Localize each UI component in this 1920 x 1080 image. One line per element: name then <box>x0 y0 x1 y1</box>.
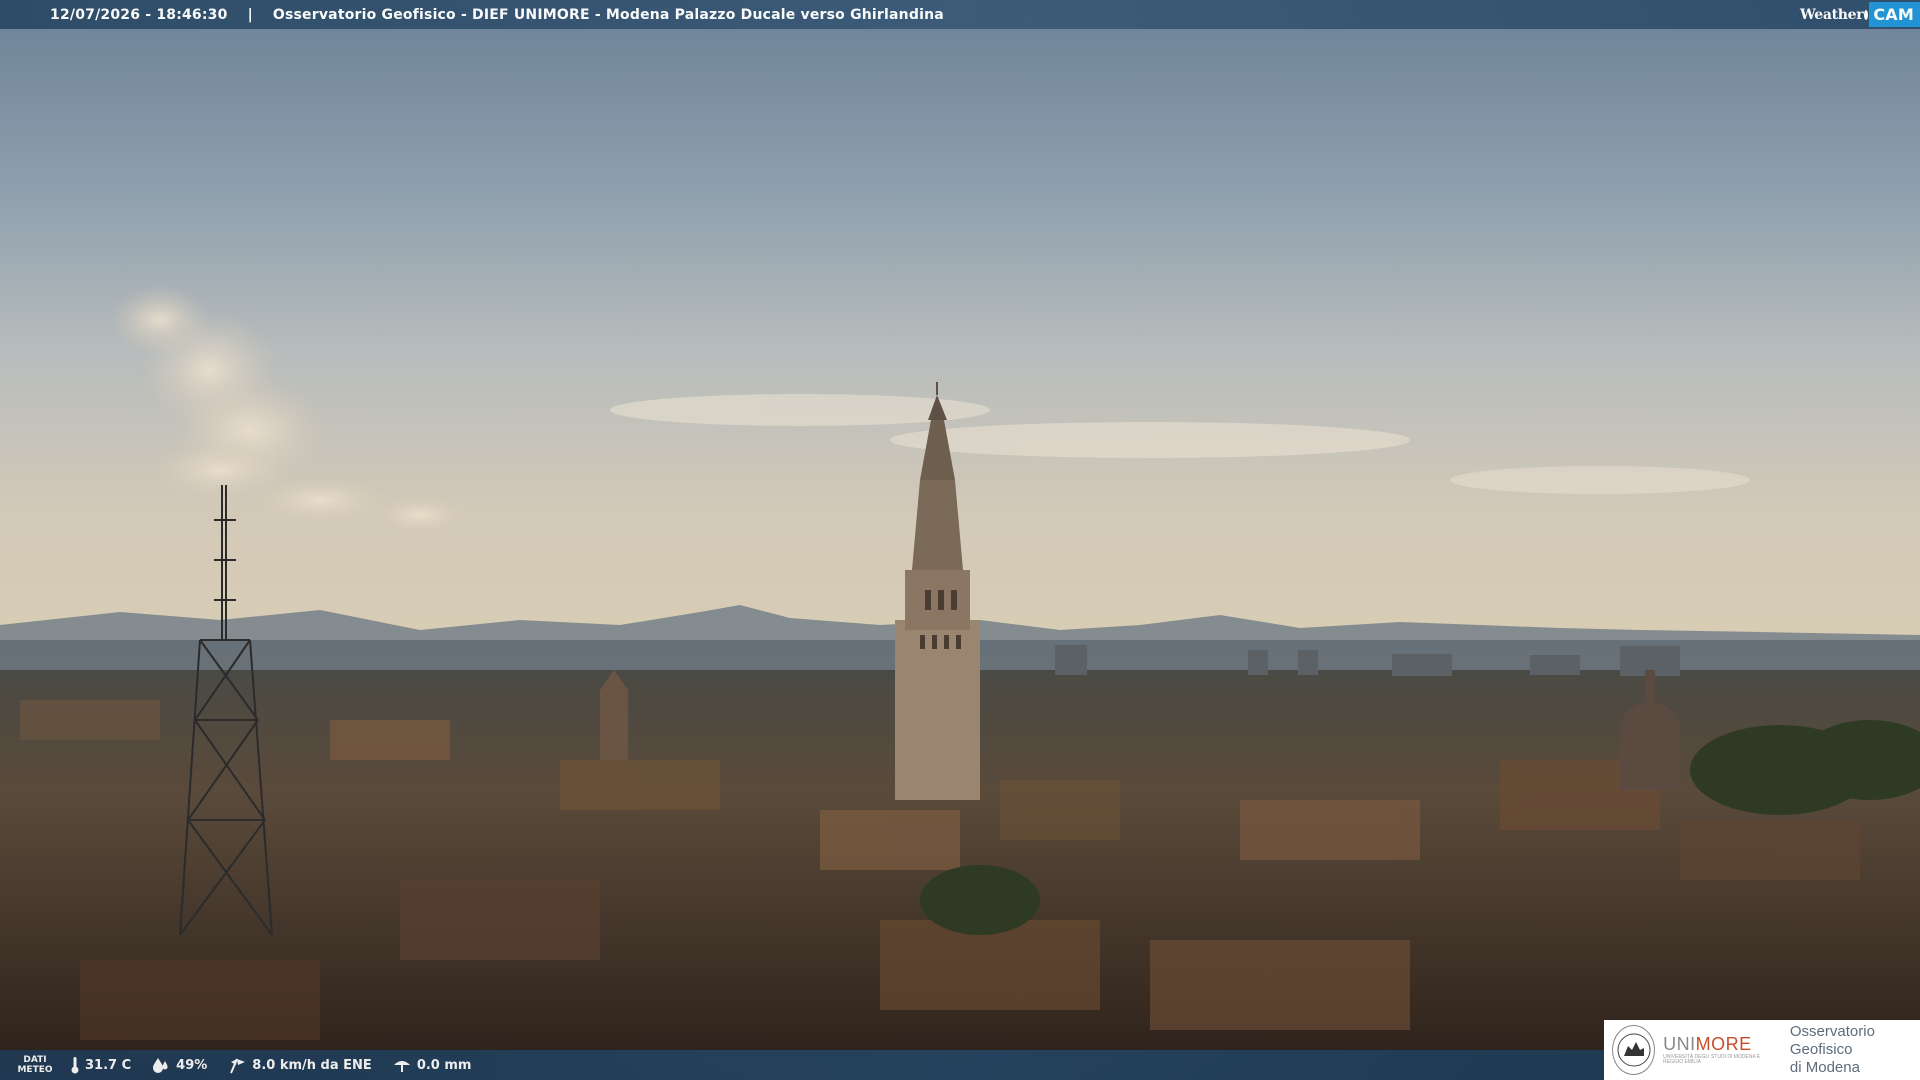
observatory-name: Osservatorio Geofisico di Modena <box>1789 1023 1875 1076</box>
wind-reading: 8.0 km/h da ENE <box>227 1056 372 1074</box>
weather-data-label: DATI METEO <box>17 1055 53 1075</box>
humidity-reading: 49% <box>151 1057 207 1073</box>
unimore-wordmark: UNIMORE UNIVERSITÀ DEGLI STUDI DI MODENA… <box>1663 1035 1780 1065</box>
rain-reading: 0.0 mm <box>392 1057 472 1073</box>
top-info-bar: 12/07/2026 - 18:46:30 | Osservatorio Geo… <box>0 0 1920 29</box>
separator: | <box>247 6 253 23</box>
timestamp: 12/07/2026 - 18:46:30 <box>50 6 228 23</box>
humidity-value: 49% <box>176 1057 208 1073</box>
rain-value: 0.0 mm <box>416 1057 472 1073</box>
weathercam-dot-icon <box>1864 9 1869 20</box>
brand-weather: Weather <box>1799 6 1864 23</box>
wind-icon <box>230 1058 246 1074</box>
university-seal-icon <box>1612 1025 1656 1075</box>
weather-data-bar: DATI METEO 31.7 C 49% 8.0 km/h da ENE 0.… <box>0 1050 1604 1080</box>
unimore-logo-panel: UNIMORE UNIVERSITÀ DEGLI STUDI DI MODENA… <box>1604 1020 1920 1080</box>
camera-title: Osservatorio Geofisico - DIEF UNIMORE - … <box>272 6 944 23</box>
rain-gauge-icon <box>393 1061 410 1072</box>
thermometer-icon <box>71 1057 79 1074</box>
temperature-reading: 31.7 C <box>70 1056 131 1074</box>
webcam-image <box>0 0 1920 1080</box>
temperature-value: 31.7 C <box>85 1057 132 1073</box>
weathercam-logo: Weather CAM <box>1800 0 1920 29</box>
unimore-subtitle: UNIVERSITÀ DEGLI STUDI DI MODENA E REGGI… <box>1663 1054 1761 1065</box>
wind-value: 8.0 km/h da ENE <box>252 1057 372 1073</box>
humidity-icon <box>153 1058 168 1073</box>
brand-cam: CAM <box>1869 2 1920 27</box>
